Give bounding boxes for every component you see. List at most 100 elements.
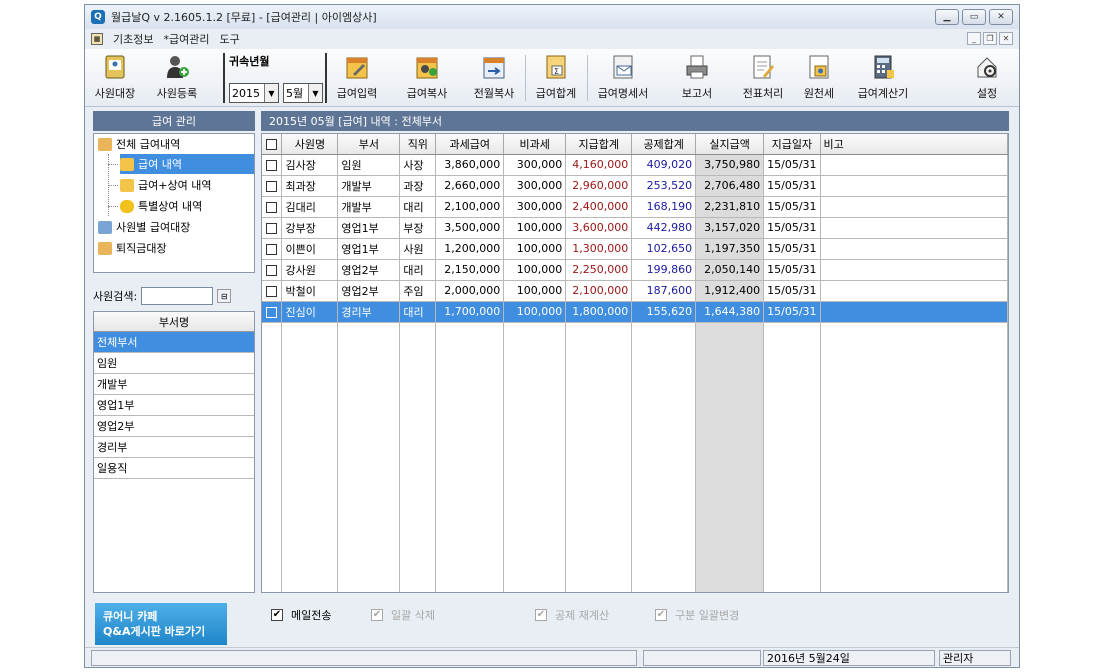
menu-basic-info[interactable]: 기초정보	[113, 31, 153, 47]
dept-item[interactable]: 전체부서	[94, 332, 254, 353]
tree-payroll-bonus[interactable]: 급여+상여 내역	[120, 175, 211, 195]
row-checkbox-cell[interactable]	[262, 154, 283, 176]
table-row[interactable]: 강부장 영업1부 부장 3,500,000 100,000 3,600,000 442,98…	[262, 217, 1008, 239]
money-bag-icon	[120, 199, 134, 213]
col-deduction-header[interactable]: 공제합계	[631, 134, 697, 155]
maximize-button[interactable]: ▭	[962, 9, 986, 25]
employee-search-input[interactable]	[141, 287, 214, 305]
row-checkbox-cell[interactable]	[262, 175, 283, 197]
table-cell: 100,000	[503, 238, 567, 260]
mdi-minimize-button[interactable]: _	[967, 32, 981, 45]
dept-item[interactable]: 영업2부	[94, 416, 254, 437]
checkmark-icon[interactable]: ✔	[271, 609, 283, 621]
row-checkbox-cell[interactable]	[262, 238, 283, 260]
sum-document-icon: Σ	[543, 53, 569, 81]
email-send-checkbox[interactable]: ✔ 메일전송	[271, 607, 331, 623]
menu-tools[interactable]: 도구	[219, 31, 239, 47]
table-cell: 2,100,000	[435, 196, 505, 218]
payroll-copy-button[interactable]: 급여복사	[399, 53, 455, 103]
table-cell: 강사원	[281, 259, 339, 281]
checkbox-icon[interactable]	[266, 285, 278, 297]
mdi-restore-button[interactable]: ❐	[983, 32, 997, 45]
table-row[interactable]: 최과장 개발부 과장 2,660,000 300,000 2,960,000 253,520…	[262, 175, 1008, 197]
settings-button[interactable]: 설정	[959, 53, 1015, 103]
cafe-qna-banner[interactable]: 큐어니 카페 Q&A게시판 바로가기	[95, 603, 227, 645]
tree-special-bonus[interactable]: 특별상여 내역	[120, 196, 202, 216]
tree-severance-ledger[interactable]: 퇴직금대장	[98, 238, 167, 258]
payroll-total-button[interactable]: Σ 급여합계	[528, 53, 584, 103]
chevron-down-icon[interactable]: ▼	[264, 84, 278, 102]
table-cell	[820, 175, 1008, 197]
payroll-input-button[interactable]: 급여입력	[329, 53, 385, 103]
checkbox-icon[interactable]	[266, 159, 278, 171]
close-button[interactable]: ✕	[989, 9, 1013, 25]
dept-item[interactable]: 개발부	[94, 374, 254, 395]
checkbox-icon[interactable]	[266, 243, 278, 255]
col-note-header[interactable]: 비고	[820, 134, 1008, 155]
grid-title: 2015년 05월 [급여] 내역 : 전체부서	[261, 111, 1009, 131]
search-options-icon[interactable]: ⊟	[217, 289, 232, 303]
table-row[interactable]: 이쁜이 영업1부 사원 1,200,000 100,000 1,300,000 102,65…	[262, 238, 1008, 260]
table-cell	[337, 553, 401, 574]
col-pay-date-header[interactable]: 지급일자	[763, 134, 821, 155]
dept-item[interactable]: 임원	[94, 353, 254, 374]
row-checkbox-cell[interactable]	[262, 301, 283, 323]
row-checkbox-cell	[262, 574, 283, 592]
table-row[interactable]: 김사장 임원 사장 3,860,000 300,000 4,160,000 409,020 3…	[262, 154, 1008, 176]
checkbox-icon[interactable]	[266, 180, 278, 192]
table-row[interactable]: 진심이 경리부 대리 1,700,000 100,000 1,800,000 155,620…	[262, 301, 1008, 323]
dept-item[interactable]: 일용직	[94, 458, 254, 479]
table-cell: 개발부	[337, 196, 401, 218]
col-name-header[interactable]: 사원명	[281, 134, 339, 155]
menu-payroll[interactable]: *급여관리	[163, 31, 209, 47]
tree-all-payroll[interactable]: 전체 급여내역	[98, 134, 180, 154]
row-checkbox-cell[interactable]	[262, 217, 283, 239]
tree-item-label: 특별상여 내역	[138, 200, 203, 213]
checkbox-icon[interactable]	[266, 306, 278, 318]
dept-item[interactable]: 영업1부	[94, 395, 254, 416]
table-cell: 300,000	[503, 196, 567, 218]
payslip-button[interactable]: 급여명세서	[595, 53, 651, 103]
month-select[interactable]: 5월 ▼	[283, 83, 323, 103]
table-cell: 3,157,020	[695, 217, 765, 239]
report-button[interactable]: 보고서	[669, 53, 725, 103]
row-checkbox-cell[interactable]	[262, 196, 283, 218]
row-checkbox-cell[interactable]	[262, 280, 283, 302]
banner-line1: 큐어니 카페	[103, 610, 158, 623]
chevron-down-icon[interactable]: ▼	[308, 84, 322, 102]
voucher-button[interactable]: 전표처리	[735, 53, 791, 103]
empty-row	[262, 406, 1008, 427]
checkbox-icon[interactable]	[266, 138, 278, 150]
col-pay-total-header[interactable]: 지급합계	[565, 134, 633, 155]
employee-ledger-button[interactable]: 사원대장	[87, 53, 143, 103]
checkbox-icon[interactable]	[266, 222, 278, 234]
table-cell	[435, 364, 505, 385]
table-cell	[399, 532, 437, 553]
table-row[interactable]: 박철이 영업2부 주임 2,000,000 100,000 2,100,000 187,60…	[262, 280, 1008, 302]
table-cell	[503, 385, 567, 406]
withholding-button[interactable]: 원천세	[791, 53, 847, 103]
minimize-button[interactable]: ▁	[935, 9, 959, 25]
col-nontaxable-header[interactable]: 비과세	[503, 134, 567, 155]
row-checkbox-cell[interactable]	[262, 259, 283, 281]
dept-item[interactable]: 경리부	[94, 437, 254, 458]
tree-employee-ledger[interactable]: 사원별 급여대장	[98, 217, 190, 237]
table-row[interactable]: 김대리 개발부 대리 2,100,000 300,000 2,400,000 168,190…	[262, 196, 1008, 218]
table-cell	[435, 469, 505, 490]
mdi-doc-icon[interactable]: ▦	[91, 33, 103, 45]
col-taxable-header[interactable]: 과세급여	[435, 134, 505, 155]
mdi-close-button[interactable]: ✕	[999, 32, 1013, 45]
table-cell	[399, 511, 437, 532]
tree-payroll-detail[interactable]: 급여 내역	[120, 154, 254, 174]
col-dept-header[interactable]: 부서	[337, 134, 401, 155]
checkbox-icon[interactable]	[266, 201, 278, 213]
select-all-checkbox[interactable]	[262, 134, 283, 155]
col-net-pay-header[interactable]: 실지급액	[695, 134, 765, 155]
calculator-button[interactable]: 급여계산기	[855, 53, 911, 103]
col-position-header[interactable]: 직위	[399, 134, 437, 155]
checkbox-icon[interactable]	[266, 264, 278, 276]
employee-register-button[interactable]: 사원등록	[149, 53, 205, 103]
year-select[interactable]: 2015 ▼	[229, 83, 279, 103]
table-row[interactable]: 강사원 영업2부 대리 2,150,000 100,000 2,250,000 199,86…	[262, 259, 1008, 281]
prev-month-copy-button[interactable]: 전월복사	[466, 53, 522, 103]
